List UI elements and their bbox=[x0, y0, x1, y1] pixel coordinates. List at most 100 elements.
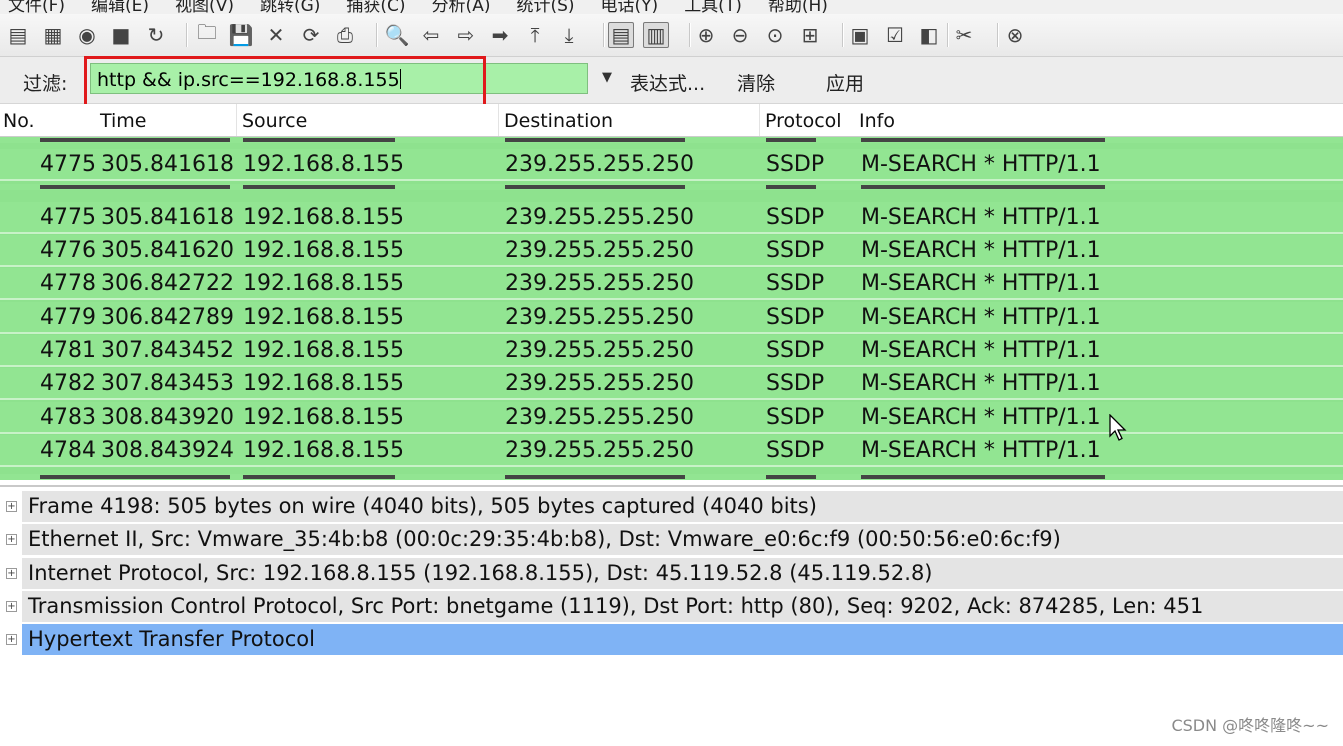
partial-row-top bbox=[0, 137, 1343, 143]
packet-no: 4783 bbox=[40, 405, 96, 430]
expand-icon[interactable]: + bbox=[6, 501, 17, 512]
save-file-icon[interactable]: 💾 bbox=[228, 22, 254, 48]
menu-item[interactable]: 视图(V) bbox=[175, 0, 234, 14]
menu-item[interactable]: 分析(A) bbox=[432, 0, 491, 14]
packet-row[interactable]: 4779 306.842789 192.168.8.155 239.255.255.2… bbox=[0, 302, 1343, 334]
go-forward-icon[interactable]: ⇨ bbox=[453, 22, 479, 48]
packet-info: M-SEARCH * HTTP/1.1 bbox=[861, 305, 1101, 330]
menu-item[interactable]: 跳转(G) bbox=[260, 0, 320, 14]
packet-source: 192.168.8.155 bbox=[243, 152, 404, 177]
menu-item[interactable]: 编辑(E) bbox=[91, 0, 149, 14]
packet-row[interactable]: 4784 308.843924 192.168.8.155 239.255.255.2… bbox=[0, 435, 1343, 467]
menu-item[interactable]: 捕获(C) bbox=[346, 0, 405, 14]
print-icon[interactable]: ⎙ bbox=[332, 22, 358, 48]
zoom-out-icon[interactable]: ⊖ bbox=[727, 22, 753, 48]
detail-text: Internet Protocol, Src: 192.168.8.155 (1… bbox=[28, 560, 933, 585]
autoscroll-icon[interactable]: ▥ bbox=[643, 22, 669, 48]
detail-tree-row[interactable]: + Internet Protocol, Src: 192.168.8.155 (… bbox=[0, 557, 1343, 590]
close-file-icon[interactable]: ✕ bbox=[263, 22, 289, 48]
capture-filters-icon[interactable]: ▣ bbox=[847, 22, 873, 48]
packet-row[interactable]: 4782 307.843453 192.168.8.155 239.255.255.2… bbox=[0, 368, 1343, 400]
packet-row[interactable]: 4776 305.841620 192.168.8.155 239.255.255.2… bbox=[0, 235, 1343, 267]
expand-icon[interactable]: + bbox=[6, 634, 17, 646]
toolbar-separator bbox=[689, 23, 691, 47]
packet-row[interactable]: 4781 307.843452 192.168.8.155 239.255.255.2… bbox=[0, 335, 1343, 367]
go-last-icon[interactable]: ⤓ bbox=[556, 22, 582, 48]
toolbar-separator bbox=[997, 23, 999, 47]
go-to-packet-icon[interactable]: ➡ bbox=[487, 22, 513, 48]
expand-icon[interactable]: + bbox=[6, 567, 17, 579]
column-no[interactable]: No. bbox=[3, 110, 35, 132]
packet-list-header: No. Time Source Destination Protocol Inf… bbox=[0, 104, 1343, 137]
menu-item[interactable]: 工具(T) bbox=[684, 0, 742, 14]
start-capture-icon[interactable]: ◉ bbox=[74, 22, 100, 48]
packet-info: M-SEARCH * HTTP/1.1 bbox=[861, 438, 1101, 463]
menu-item[interactable]: 帮助(H) bbox=[768, 0, 828, 14]
filter-dropdown-icon[interactable]: ▼ bbox=[598, 69, 616, 87]
packet-time: 306.842789 bbox=[101, 305, 234, 330]
packet-protocol: SSDP bbox=[766, 205, 825, 230]
toolbar-separator bbox=[603, 23, 605, 47]
detail-tree-row[interactable]: + Frame 4198: 505 bytes on wire (4040 bit… bbox=[0, 490, 1343, 523]
packet-protocol: SSDP bbox=[766, 152, 825, 177]
column-protocol[interactable]: Protocol bbox=[765, 110, 842, 132]
resize-columns-icon[interactable]: ⊞ bbox=[797, 22, 823, 48]
menu-item[interactable]: 电话(Y) bbox=[601, 0, 659, 14]
detail-text: Hypertext Transfer Protocol bbox=[28, 627, 315, 652]
restart-capture-icon[interactable]: ↻ bbox=[143, 22, 169, 48]
packet-destination: 239.255.255.250 bbox=[505, 238, 694, 263]
detail-tree-row[interactable]: + Hypertext Transfer Protocol bbox=[0, 623, 1343, 656]
column-divider[interactable] bbox=[498, 104, 499, 136]
column-destination[interactable]: Destination bbox=[504, 110, 613, 132]
colorize-icon[interactable]: ▤ bbox=[608, 22, 634, 48]
reload-icon[interactable]: ⟳ bbox=[298, 22, 324, 48]
menu-item[interactable]: 文件(F) bbox=[8, 0, 65, 14]
packet-row[interactable]: 4775 305.841618 192.168.8.155 239.255.255.2… bbox=[0, 202, 1343, 234]
detail-tree-row[interactable]: + Transmission Control Protocol, Src Port… bbox=[0, 590, 1343, 623]
packet-time: 305.841618 bbox=[101, 152, 234, 177]
column-info[interactable]: Info bbox=[859, 110, 895, 132]
packet-details-pane[interactable]: + Frame 4198: 505 bytes on wire (4040 bit… bbox=[0, 485, 1343, 746]
preferences-icon[interactable]: ✂ bbox=[951, 22, 977, 48]
display-filters-icon[interactable]: ☑ bbox=[882, 22, 908, 48]
column-divider[interactable] bbox=[236, 104, 237, 136]
packet-source: 192.168.8.155 bbox=[243, 371, 404, 396]
column-source[interactable]: Source bbox=[242, 110, 307, 132]
zoom-in-icon[interactable]: ⊕ bbox=[693, 22, 719, 48]
apply-button[interactable]: 应用 bbox=[826, 69, 864, 96]
expression-button[interactable]: 表达式... bbox=[630, 69, 705, 96]
find-packet-icon[interactable]: 🔍 bbox=[384, 22, 410, 48]
packet-destination: 239.255.255.250 bbox=[505, 152, 694, 177]
capture-options-icon[interactable]: ▦ bbox=[40, 22, 66, 48]
packet-list[interactable]: 4775 305.841618 192.168.8.155 239.255.255.2… bbox=[0, 137, 1343, 480]
expand-icon[interactable]: + bbox=[6, 534, 17, 546]
menu-items: 文件(F) 编辑(E) 视图(V) 跳转(G) 捕获(C) 分析(A) 统计(S) 电话(Y)… bbox=[8, 0, 828, 14]
interface-list-icon[interactable]: ▤ bbox=[5, 22, 31, 48]
expand-icon[interactable]: + bbox=[6, 600, 17, 612]
packet-time: 307.843453 bbox=[101, 371, 234, 396]
menu-item[interactable]: 统计(S) bbox=[516, 0, 574, 14]
clear-button[interactable]: 清除 bbox=[737, 69, 775, 96]
packet-row[interactable]: 4775 305.841618 192.168.8.155 239.255.255.2… bbox=[0, 149, 1343, 181]
packet-destination: 239.255.255.250 bbox=[505, 205, 694, 230]
main-toolbar: ▤ ▦ ◉ ■ ↻ 🗀 💾 ✕ ⟳ ⎙ 🔍 ⇦ ⇨ ➡ ⤒ ⤓ ▤ ▥ ⊕ ⊖ ⊙ ⊞ ▣ ☑ ◧ ✂ ⊗ bbox=[0, 14, 1343, 57]
coloring-rules-icon[interactable]: ◧ bbox=[916, 22, 942, 48]
packet-protocol: SSDP bbox=[766, 271, 825, 296]
column-time[interactable]: Time bbox=[100, 110, 147, 132]
stop-capture-icon[interactable]: ■ bbox=[108, 22, 134, 48]
display-filter-input[interactable]: http && ip.src==192.168.8.155 bbox=[90, 63, 588, 94]
packet-source: 192.168.8.155 bbox=[243, 338, 404, 363]
packet-protocol: SSDP bbox=[766, 438, 825, 463]
packet-row[interactable]: 4778 306.842722 192.168.8.155 239.255.255.2… bbox=[0, 268, 1343, 300]
packet-source: 192.168.8.155 bbox=[243, 405, 404, 430]
packet-info: M-SEARCH * HTTP/1.1 bbox=[861, 271, 1101, 296]
go-first-icon[interactable]: ⤒ bbox=[522, 22, 548, 48]
packet-row[interactable]: 4783 308.843920 192.168.8.155 239.255.255.2… bbox=[0, 402, 1343, 434]
open-file-icon[interactable]: 🗀 bbox=[194, 20, 220, 48]
go-back-icon[interactable]: ⇦ bbox=[418, 22, 444, 48]
detail-tree-row[interactable]: + Ethernet II, Src: Vmware_35:4b:b8 (00:0… bbox=[0, 523, 1343, 556]
packet-info: M-SEARCH * HTTP/1.1 bbox=[861, 371, 1101, 396]
help-icon[interactable]: ⊗ bbox=[1002, 22, 1028, 48]
zoom-normal-icon[interactable]: ⊙ bbox=[762, 22, 788, 48]
column-divider[interactable] bbox=[759, 104, 760, 136]
